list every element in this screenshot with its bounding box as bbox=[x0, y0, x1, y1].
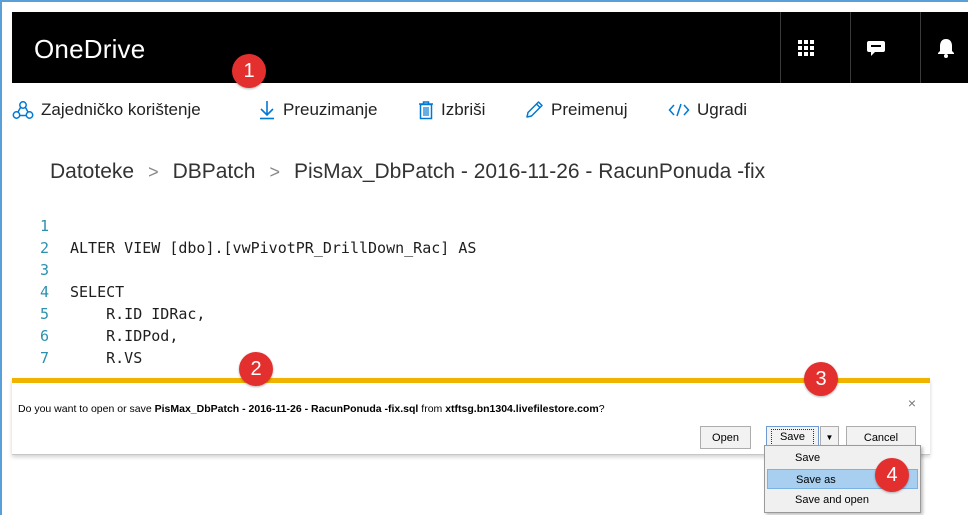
feedback-icon bbox=[866, 38, 886, 58]
code-text: SELECT bbox=[70, 283, 125, 301]
open-button-label: Open bbox=[712, 431, 739, 444]
delete-label: Izbriši bbox=[441, 100, 486, 119]
browser-frame: OneDrive Zajedničko korištenje Preuziman… bbox=[0, 0, 968, 515]
breadcrumb-separator-icon: > bbox=[148, 161, 159, 182]
save-button-label: Save bbox=[770, 429, 815, 446]
code-line: 1 bbox=[40, 215, 740, 237]
app-launcher-button[interactable] bbox=[780, 12, 830, 83]
prompt-suffix: ? bbox=[598, 403, 605, 415]
breadcrumb-item-dbpatch[interactable]: DBPatch bbox=[173, 160, 256, 184]
code-viewer: 1 2 ALTER VIEW [dbo].[vwPivotPR_DrillDown… bbox=[40, 215, 740, 369]
code-line: 2 ALTER VIEW [dbo].[vwPivotPR_DrillDown_R… bbox=[40, 237, 740, 259]
code-text: R.VS bbox=[70, 349, 143, 367]
delete-command[interactable]: Izbriši bbox=[418, 97, 485, 123]
breadcrumb-separator-icon: > bbox=[269, 161, 280, 182]
line-number: 1 bbox=[40, 217, 50, 235]
share-label: Zajedničko korištenje bbox=[41, 100, 201, 119]
feedback-button[interactable] bbox=[850, 12, 900, 83]
share-command[interactable]: Zajedničko korištenje bbox=[12, 97, 201, 123]
menu-item-save-and-open[interactable]: Save and open bbox=[767, 490, 918, 510]
notifications-icon bbox=[937, 38, 955, 58]
breadcrumb-item-datoteke[interactable]: Datoteke bbox=[50, 160, 134, 184]
pencil-icon bbox=[524, 100, 544, 120]
download-label: Preuzimanje bbox=[283, 100, 378, 119]
code-line: 5 R.ID IDRac, bbox=[40, 303, 740, 325]
line-number: 6 bbox=[40, 327, 50, 345]
callout-2: 2 bbox=[239, 352, 273, 386]
download-notification-bar: Do you want to open or save PisMax_DbPat… bbox=[12, 378, 930, 455]
code-line: 7 R.VS bbox=[40, 347, 740, 369]
line-number: 2 bbox=[40, 239, 50, 257]
line-number: 4 bbox=[40, 283, 50, 301]
code-line: 6 R.IDPod, bbox=[40, 325, 740, 347]
line-number: 5 bbox=[40, 305, 50, 323]
embed-command[interactable]: Ugradi bbox=[668, 97, 747, 123]
code-text: ALTER VIEW [dbo].[vwPivotPR_DrillDown_Ra… bbox=[70, 239, 477, 257]
app-launcher-icon bbox=[797, 39, 814, 56]
callout-1: 1 bbox=[232, 54, 266, 88]
notifications-button[interactable] bbox=[920, 12, 968, 83]
onedrive-header: OneDrive bbox=[12, 12, 968, 83]
rename-label: Preimenuj bbox=[551, 100, 628, 119]
embed-label: Ugradi bbox=[697, 100, 748, 119]
callout-3: 3 bbox=[804, 362, 838, 396]
chevron-down-icon: ▼ bbox=[825, 433, 834, 442]
app-title: OneDrive bbox=[34, 34, 146, 64]
code-line: 4 SELECT bbox=[40, 281, 740, 303]
line-number: 7 bbox=[40, 349, 50, 367]
breadcrumb-item-file: PisMax_DbPatch - 2016-11-26 - RacunPonud… bbox=[293, 160, 766, 183]
code-line: 3 bbox=[40, 259, 740, 281]
prompt-prefix: Do you want to open or save bbox=[18, 403, 155, 415]
download-icon bbox=[258, 100, 276, 120]
line-number: 3 bbox=[40, 261, 50, 279]
code-text: R.IDPod, bbox=[70, 327, 179, 345]
prompt-host: xtftsg.bn1304.livefilestore.com bbox=[445, 403, 599, 415]
embed-icon bbox=[668, 102, 690, 118]
download-command[interactable]: Preuzimanje bbox=[258, 97, 378, 123]
cancel-button-label: Cancel bbox=[863, 431, 899, 444]
code-text: R.ID IDRac, bbox=[70, 305, 206, 323]
command-bar: Zajedničko korištenje Preuzimanje Izbriš… bbox=[12, 83, 968, 139]
trash-icon bbox=[418, 100, 434, 120]
share-icon bbox=[12, 100, 34, 120]
prompt-filename: PisMax_DbPatch - 2016-11-26 - RacunPonud… bbox=[154, 403, 419, 415]
close-icon[interactable]: × bbox=[908, 395, 916, 411]
open-button[interactable]: Open bbox=[700, 426, 751, 449]
breadcrumb: Datoteke > DBPatch > PisMax_DbPatch - 20… bbox=[50, 160, 765, 184]
rename-command[interactable]: Preimenuj bbox=[524, 97, 628, 123]
prompt-middle: from bbox=[418, 403, 446, 415]
download-prompt: Do you want to open or save PisMax_DbPat… bbox=[18, 403, 605, 415]
callout-4: 4 bbox=[875, 458, 909, 492]
